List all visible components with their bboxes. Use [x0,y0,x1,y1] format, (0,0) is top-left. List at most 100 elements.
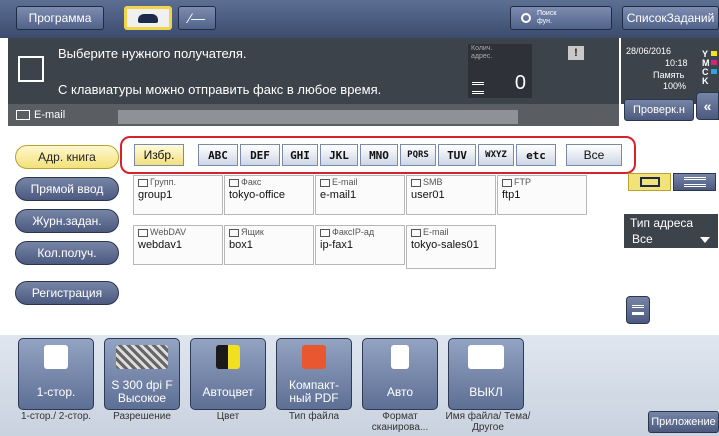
document-mail-icon [468,345,504,369]
fax-tab[interactable] [124,6,172,30]
envelope-icon [320,178,330,187]
card-type: Групп. [150,177,177,187]
collapse-arrow-icon[interactable]: « [696,92,719,120]
file-type-caption: Тип файла [288,411,340,422]
memory-label: Память [653,70,685,80]
check-settings-button[interactable]: Проверк.н [624,99,694,121]
address-card-group1[interactable]: Групп. group1 [133,175,223,215]
memory-value: 100% [663,81,687,91]
address-card-ip-fax[interactable]: ФаксIP-ад ip-fax1 [315,225,405,265]
message-area: Выберите нужного получателя. С клавиатур… [8,38,619,104]
destination-tab-bar: E-mail [8,104,619,126]
address-count-value: 0 [514,72,526,94]
address-type-value: Все [632,232,653,246]
filter-pqrs[interactable]: PQRS [400,144,436,166]
color-value: Автоцвет [202,385,254,399]
search-label: Поиск фун. [537,10,557,25]
smb-icon [411,178,421,187]
filter-jkl[interactable]: JKL [320,144,358,166]
search-function-button[interactable]: Поиск фун. [510,6,612,30]
date-text: 28/06/2016 [626,46,672,56]
page-icon [391,345,409,369]
ftp-icon [502,178,512,187]
card-name: ip-fax1 [320,239,354,251]
scan-size-key[interactable]: Авто [362,338,438,410]
address-count-label: Колич. адрес. [471,45,493,60]
address-card-smb[interactable]: SMB user01 [406,175,496,215]
file-name-caption: Имя файла/ Тема/Другое [445,411,531,433]
filter-etc[interactable]: etc [516,144,556,166]
group-icon [138,178,148,187]
list-icon [472,82,484,94]
duplex-key[interactable]: 1-стор. [18,338,94,410]
resolution-value: S 300 dpi F Высокое [111,378,173,405]
address-card-email-2[interactable]: E-mail tokyo-sales01 [406,225,496,269]
scan-tab[interactable]: ⁄— [178,6,216,30]
list-scroll-icon [632,305,644,315]
file-name-key[interactable]: ВЫКЛ [448,338,524,410]
card-type: Факс [241,177,262,187]
duplex-caption: 1-стор./ 2-стор. [20,411,92,422]
filter-def[interactable]: DEF [240,144,280,166]
message-line-2: С клавиатуры можно отправить факс в любо… [58,82,382,97]
function-key-bar: 1-стор. S 300 dpi F Высокое Автоцвет Ком… [0,335,719,436]
sidebar-direct-input[interactable]: Прямой ввод [15,177,119,201]
file-name-value: ВЫКЛ [469,385,503,399]
job-list-button[interactable]: СписокЗаданий [622,6,719,30]
card-type: E-mail [423,227,449,237]
index-filter-bar: Избр. ABC DEF GHI JKL MNO PQRS TUV WXYZ … [120,136,636,174]
card-name: e-mail1 [320,189,357,201]
sidebar-recipients-count[interactable]: Кол.получ. [15,241,119,265]
grid-view-button[interactable] [628,173,671,191]
card-type: ФаксIP-ад [332,227,375,237]
address-type-select[interactable]: Тип адреса Все [624,214,718,248]
card-type: SMB [423,177,443,187]
pdf-icon [302,345,326,369]
filter-wxyz[interactable]: WXYZ [478,144,514,166]
card-type: FTP [514,177,531,187]
scan-size-value: Авто [386,385,414,399]
scan-size-caption: Формат сканирова... [371,411,429,433]
fax-icon [229,178,239,187]
address-card-box[interactable]: Ящик box1 [224,225,314,265]
filter-abc[interactable]: ABC [198,144,238,166]
resolution-key[interactable]: S 300 dpi F Высокое [104,338,180,410]
sidebar-registration[interactable]: Регистрация [15,281,119,305]
resolution-caption: Разрешение [113,411,171,422]
duplex-icon [44,345,68,369]
color-caption: Цвет [216,411,240,422]
filter-tuv[interactable]: TUV [438,144,476,166]
list-icon [683,177,706,187]
search-icon [521,13,531,23]
card-name: user01 [411,189,445,201]
card-name: group1 [138,189,173,201]
envelope-icon [16,110,30,120]
address-count-box: Колич. адрес. 0 [468,44,532,98]
email-tab[interactable]: E-mail [16,104,82,126]
sidebar-job-history[interactable]: Журн.задан. [15,209,119,233]
scroll-down-button[interactable] [626,296,650,324]
webdav-icon [138,228,148,237]
filter-ghi[interactable]: GHI [282,144,318,166]
email-tab-label: E-mail [34,109,66,121]
list-view-button[interactable] [673,173,716,191]
address-card-ftp[interactable]: FTP ftp1 [497,175,587,215]
application-button[interactable]: Приложение [648,411,719,433]
card-type: E-mail [332,177,358,187]
grid-icon [639,177,660,187]
program-button[interactable]: Программа [16,6,104,30]
color-key[interactable]: Автоцвет [190,338,266,410]
address-card-email[interactable]: E-mail e-mail1 [315,175,405,215]
resolution-icon [116,345,168,369]
filter-favorites[interactable]: Избр. [134,144,184,166]
address-card-fax[interactable]: Факс tokyo-office [224,175,314,215]
filter-all[interactable]: Все [566,144,622,166]
sidebar-address-book[interactable]: Адр. книга [15,145,119,169]
pen-icon: ⁄— [188,10,206,26]
card-type: WebDAV [150,227,187,237]
file-type-key[interactable]: Компакт- ный PDF [276,338,352,410]
warning-icon: ! [568,46,584,60]
filter-mno[interactable]: MNO [360,144,398,166]
address-card-webdav[interactable]: WebDAV webdav1 [133,225,223,265]
phone-icon [138,13,158,23]
